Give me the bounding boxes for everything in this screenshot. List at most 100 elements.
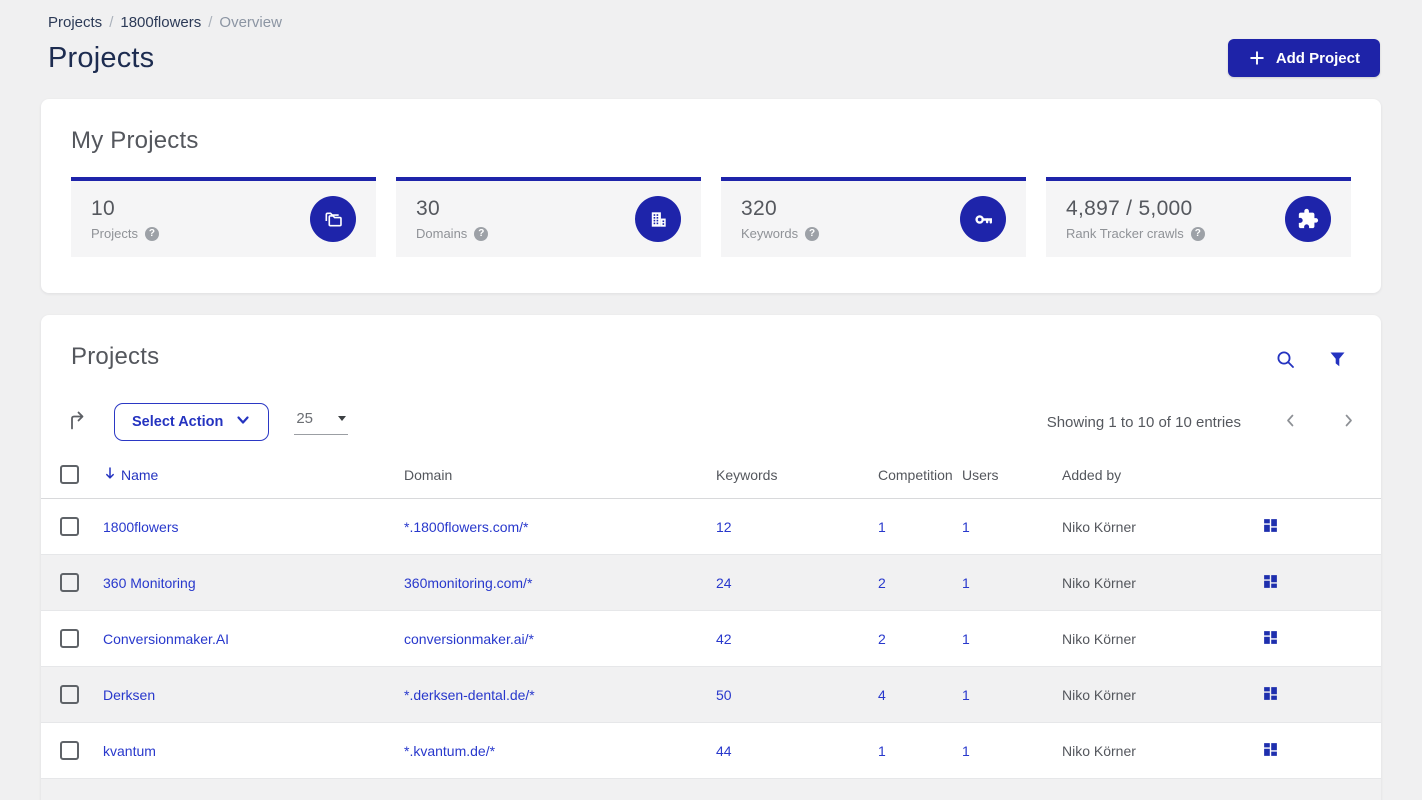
stat-crawls-label: Rank Tracker crawls — [1066, 226, 1184, 241]
rank-tracker-puzzle-icon — [1285, 196, 1331, 242]
project-name-link[interactable]: 1800flowers — [103, 519, 179, 535]
table-row: Conversionmaker.AI conversionmaker.ai/* … — [41, 611, 1381, 667]
stat-projects-label: Projects — [91, 226, 138, 241]
projects-panel-title: Projects — [71, 343, 160, 370]
column-header-keywords[interactable]: Keywords — [716, 465, 878, 499]
my-projects-card: My Projects 10 Projects ? 30 Domains ? 3… — [41, 99, 1381, 293]
help-icon[interactable]: ? — [144, 226, 159, 241]
column-header-users[interactable]: Users — [962, 465, 1062, 499]
competition-count-link[interactable]: 4 — [878, 687, 886, 703]
dashboard-grid-icon[interactable] — [1262, 573, 1279, 593]
chevron-down-icon — [235, 412, 251, 432]
project-name-link[interactable]: Conversionmaker.AI — [103, 631, 229, 647]
stat-domains-value: 30 — [416, 197, 440, 220]
search-icon[interactable] — [1275, 349, 1296, 373]
breadcrumb: Projects / 1800flowers / Overview — [48, 14, 1381, 31]
project-name-link[interactable]: kvantum — [103, 743, 156, 759]
competition-count-link[interactable]: 1 — [878, 519, 886, 535]
competition-count-link[interactable]: 1 — [878, 743, 886, 759]
table-row: 1800flowers *.1800flowers.com/* 12 1 1 N… — [41, 499, 1381, 555]
help-icon[interactable]: ? — [1190, 226, 1205, 241]
dashboard-grid-icon[interactable] — [1262, 685, 1279, 705]
row-checkbox[interactable] — [60, 517, 79, 536]
select-action-dropdown[interactable]: Select Action — [114, 403, 270, 441]
dashboard-grid-icon[interactable] — [1262, 517, 1279, 537]
export-icon[interactable] — [67, 410, 89, 435]
project-domain-link[interactable]: *.kvantum.de/* — [404, 743, 495, 759]
added-by-value: Niko Körner — [1062, 686, 1136, 703]
project-name-link[interactable]: Derksen — [103, 687, 155, 703]
stat-projects-value: 10 — [91, 197, 115, 220]
keywords-count-link[interactable]: 42 — [716, 631, 732, 647]
table-row — [41, 778, 1381, 800]
caret-down-icon — [338, 415, 347, 421]
help-icon[interactable]: ? — [805, 226, 820, 241]
column-header-actions — [1262, 465, 1381, 499]
row-checkbox[interactable] — [60, 741, 79, 760]
row-checkbox[interactable] — [60, 629, 79, 648]
dashboard-grid-icon[interactable] — [1262, 629, 1279, 649]
prev-page-icon[interactable] — [1282, 412, 1299, 432]
project-domain-link[interactable]: 360monitoring.com/* — [404, 575, 532, 591]
competition-count-link[interactable]: 2 — [878, 631, 886, 647]
users-count-link[interactable]: 1 — [962, 519, 970, 535]
column-header-competition[interactable]: Competition — [878, 465, 962, 499]
keywords-count-link[interactable]: 12 — [716, 519, 732, 535]
page-title: Projects — [48, 41, 155, 74]
page-size-value: 25 — [296, 409, 314, 427]
add-project-button[interactable]: Add Project — [1227, 39, 1380, 77]
column-header-added-by[interactable]: Added by — [1062, 465, 1262, 499]
competition-count-link[interactable]: 2 — [878, 575, 886, 591]
domains-building-icon — [635, 196, 681, 242]
dashboard-grid-icon[interactable] — [1262, 741, 1279, 761]
projects-folders-icon — [310, 196, 356, 242]
users-count-link[interactable]: 1 — [962, 575, 970, 591]
added-by-value: Niko Körner — [1062, 630, 1136, 647]
keywords-count-link[interactable]: 24 — [716, 575, 732, 591]
help-icon[interactable]: ? — [474, 226, 489, 241]
keywords-count-link[interactable]: 50 — [716, 687, 732, 703]
users-count-link[interactable]: 1 — [962, 687, 970, 703]
add-project-label: Add Project — [1275, 49, 1360, 67]
breadcrumb-1800flowers[interactable]: 1800flowers — [120, 14, 201, 31]
filter-icon[interactable] — [1328, 349, 1347, 373]
my-projects-title: My Projects — [71, 127, 199, 154]
row-checkbox[interactable] — [60, 685, 79, 704]
column-header-domain[interactable]: Domain — [404, 465, 716, 499]
added-by-value: Niko Körner — [1062, 518, 1136, 535]
projects-table-card: Projects Select Action 25 Showing 1 to 1… — [41, 315, 1381, 800]
column-header-name[interactable]: Name — [103, 465, 404, 499]
next-page-icon[interactable] — [1340, 412, 1357, 432]
stat-keywords: 320 Keywords ? — [721, 177, 1026, 257]
users-count-link[interactable]: 1 — [962, 631, 970, 647]
showing-entries-text: Showing 1 to 10 of 10 entries — [1046, 413, 1241, 431]
row-checkbox[interactable] — [60, 573, 79, 592]
stat-keywords-label: Keywords — [741, 226, 799, 241]
keywords-count-link[interactable]: 44 — [716, 743, 732, 759]
sort-desc-icon — [103, 466, 117, 483]
project-domain-link[interactable]: *.1800flowers.com/* — [404, 519, 529, 535]
project-domain-link[interactable]: conversionmaker.ai/* — [404, 631, 534, 647]
select-all-checkbox[interactable] — [60, 465, 79, 484]
table-row: Derksen *.derksen-dental.de/* 50 4 1 Nik… — [41, 666, 1381, 723]
stats-row: 10 Projects ? 30 Domains ? 320 Keywords … — [71, 177, 1351, 257]
project-domain-link[interactable]: *.derksen-dental.de/* — [404, 687, 535, 703]
stat-keywords-value: 320 — [741, 197, 777, 220]
page-header: Projects Add Project — [48, 39, 1381, 77]
projects-table: Name Domain Keywords Competition Users A… — [41, 465, 1381, 800]
stat-domains: 30 Domains ? — [396, 177, 701, 257]
breadcrumb-projects[interactable]: Projects — [48, 14, 102, 31]
stat-projects: 10 Projects ? — [71, 177, 376, 257]
stat-crawls: 4,897 / 5,000 Rank Tracker crawls ? — [1046, 177, 1351, 257]
breadcrumb-separator: / — [109, 14, 114, 31]
users-count-link[interactable]: 1 — [962, 743, 970, 759]
page-size-select[interactable]: 25 — [294, 409, 349, 435]
added-by-value: Niko Körner — [1062, 742, 1136, 759]
keywords-key-icon — [960, 196, 1006, 242]
breadcrumb-separator: / — [208, 14, 213, 31]
project-name-link[interactable]: 360 Monitoring — [103, 575, 196, 591]
stat-domains-label: Domains — [416, 226, 468, 241]
plus-icon — [1248, 49, 1266, 67]
breadcrumb-overview: Overview — [219, 14, 282, 31]
table-row: kvantum *.kvantum.de/* 44 1 1 Niko Körne… — [41, 723, 1381, 779]
